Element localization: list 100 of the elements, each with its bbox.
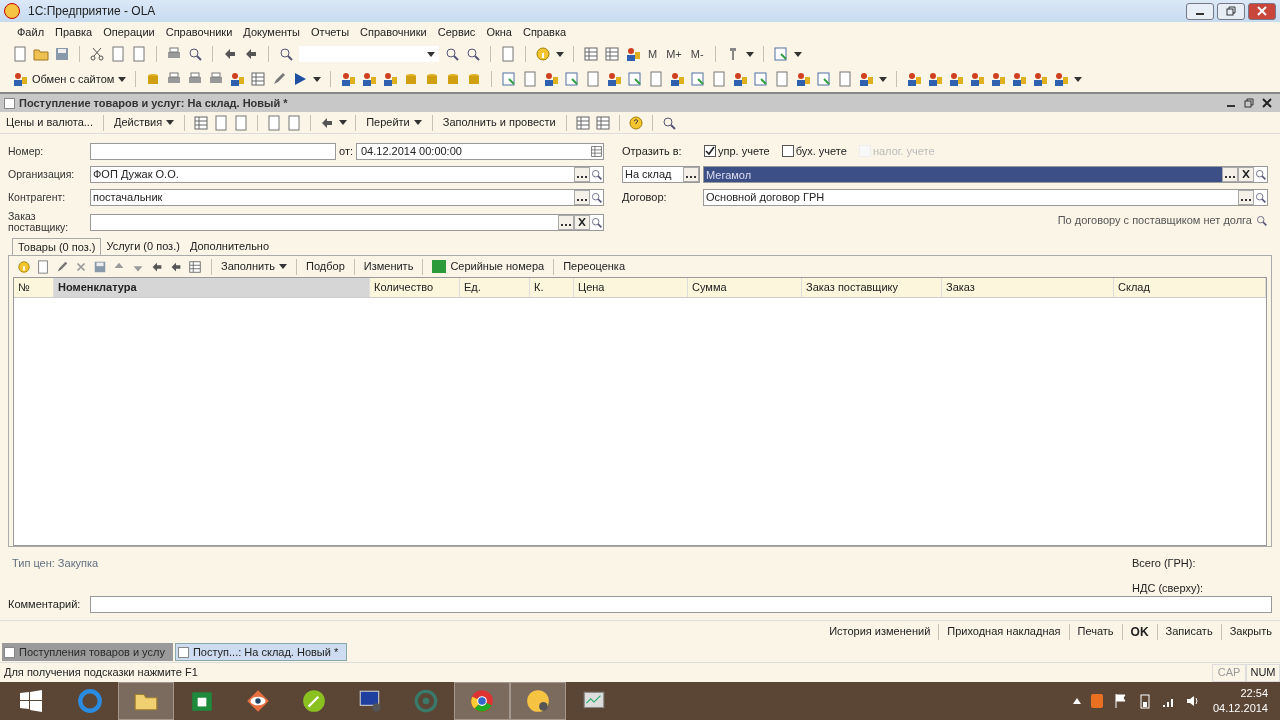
toolbar-button[interactable]: Цены и валюта... (4, 114, 95, 131)
sheet-icon[interactable] (501, 71, 518, 87)
sheet-icon[interactable] (772, 46, 789, 62)
person-icon[interactable] (1011, 71, 1028, 87)
speaker-icon[interactable] (1184, 693, 1201, 709)
menu-item[interactable]: Сервис (432, 23, 481, 41)
search-icon[interactable] (590, 167, 603, 181)
select-button[interactable] (1222, 166, 1238, 182)
toolbar-button[interactable]: Серийные номера (432, 258, 545, 275)
person-icon[interactable] (606, 71, 623, 87)
comment-field[interactable] (90, 595, 1272, 613)
info-icon[interactable] (17, 259, 31, 274)
memory-button[interactable]: M- (688, 45, 706, 63)
toolbar-button[interactable]: Переоценка (563, 258, 626, 275)
input-field[interactable]: ФОП Дужак О.О. (90, 165, 604, 183)
number-field[interactable] (90, 142, 336, 160)
search-field[interactable] (299, 46, 439, 62)
menu-item[interactable]: Файл (12, 23, 50, 41)
menu-item[interactable]: Справочники (160, 23, 238, 41)
toolbar-button[interactable]: Действия (111, 114, 177, 131)
column-header[interactable]: Цена (574, 278, 688, 297)
sheet-icon[interactable] (690, 71, 707, 87)
tab[interactable]: Дополнительно (184, 238, 275, 255)
person-icon[interactable] (361, 71, 378, 87)
grid-icon[interactable] (574, 114, 591, 131)
footer-button[interactable]: История изменений (829, 623, 931, 640)
menu-item[interactable]: Справка (517, 23, 572, 41)
column-header[interactable]: Склад (1114, 278, 1266, 297)
search-icon[interactable] (590, 190, 603, 204)
column-header[interactable]: К. (530, 278, 574, 297)
sheet-icon[interactable] (753, 71, 770, 87)
person-icon[interactable] (732, 71, 749, 87)
person-icon[interactable] (340, 71, 357, 87)
toolbar-button[interactable]: Подбор (306, 258, 345, 275)
person-icon[interactable] (12, 71, 28, 87)
up-arrow-icon[interactable] (1072, 698, 1081, 704)
person-icon[interactable] (990, 71, 1007, 87)
menu-item[interactable]: Отчеты (306, 23, 355, 41)
grid-icon[interactable] (250, 71, 267, 87)
toolbar-button[interactable]: Перейти (364, 114, 424, 131)
search-icon[interactable] (444, 46, 460, 62)
menu-item[interactable]: Документы (238, 23, 306, 41)
search-icon[interactable] (1254, 190, 1267, 204)
column-header[interactable]: Номенклатура (54, 278, 370, 297)
person-icon[interactable] (1032, 71, 1049, 87)
toolbar-button[interactable]: Изменить (363, 258, 414, 275)
person-icon[interactable] (543, 71, 560, 87)
search-icon[interactable] (660, 114, 677, 131)
select-button[interactable] (1238, 189, 1254, 205)
scissors-icon[interactable] (89, 46, 105, 62)
search-icon[interactable] (187, 46, 203, 62)
clear-button[interactable] (1238, 166, 1254, 182)
footer-button[interactable]: Приходная накладная (947, 623, 1061, 640)
search-icon[interactable] (278, 46, 294, 62)
taskbar-button[interactable] (510, 682, 566, 720)
pencil-icon[interactable] (55, 259, 69, 274)
document-icon[interactable] (36, 259, 50, 274)
select-button[interactable] (574, 189, 590, 205)
person-icon[interactable] (858, 71, 875, 87)
person-icon[interactable] (669, 71, 686, 87)
sheet-icon[interactable] (816, 71, 833, 87)
input-field[interactable]: постачальник (90, 188, 604, 206)
footer-button[interactable]: OK (1130, 622, 1149, 641)
footer-button[interactable]: Записать (1165, 623, 1213, 640)
tab[interactable]: Услуги (0 поз.) (101, 238, 185, 255)
close-button[interactable] (1248, 2, 1276, 20)
flag-icon[interactable] (1112, 693, 1129, 709)
window-tab[interactable]: Поступления товаров и услу (2, 643, 173, 661)
save-icon[interactable] (54, 46, 70, 62)
menu-item[interactable]: Правка (50, 23, 98, 41)
restore-button[interactable] (1217, 2, 1245, 20)
toolbar-button[interactable]: Заполнить и провести (440, 114, 558, 131)
column-header[interactable]: Ед. (460, 278, 530, 297)
select-button[interactable] (558, 214, 574, 230)
select-button[interactable] (683, 166, 699, 182)
column-header[interactable]: Сумма (688, 278, 802, 297)
person-icon[interactable] (969, 71, 986, 87)
search-icon[interactable] (465, 46, 481, 62)
grid-icon[interactable] (594, 114, 611, 131)
search-icon[interactable] (590, 215, 603, 229)
date-field[interactable]: 04.12.2014 00:00:00 (356, 142, 604, 160)
checkbox[interactable]: упр. учете (704, 142, 770, 160)
person-icon[interactable] (906, 71, 923, 87)
column-header[interactable]: Заказ поставщику (802, 278, 942, 297)
pencil-icon[interactable] (271, 71, 288, 87)
search-icon[interactable] (1255, 213, 1268, 227)
sheet-icon[interactable] (627, 71, 644, 87)
column-header[interactable]: Количество (370, 278, 460, 297)
checkbox[interactable]: бух. учете (781, 142, 847, 160)
grid-icon[interactable] (193, 114, 210, 131)
person-icon[interactable] (795, 71, 812, 87)
input-field[interactable] (90, 213, 604, 231)
save-icon[interactable] (93, 259, 107, 274)
exchange-button[interactable]: Обмен с сайтом (12, 70, 127, 88)
warehouse-type-field[interactable]: На склад (622, 165, 700, 183)
menu-item[interactable]: Операции (98, 23, 160, 41)
clear-button[interactable] (574, 214, 590, 230)
grid-icon[interactable] (604, 46, 620, 62)
windows-logo-icon[interactable] (20, 690, 42, 712)
sheet-icon[interactable] (564, 71, 581, 87)
